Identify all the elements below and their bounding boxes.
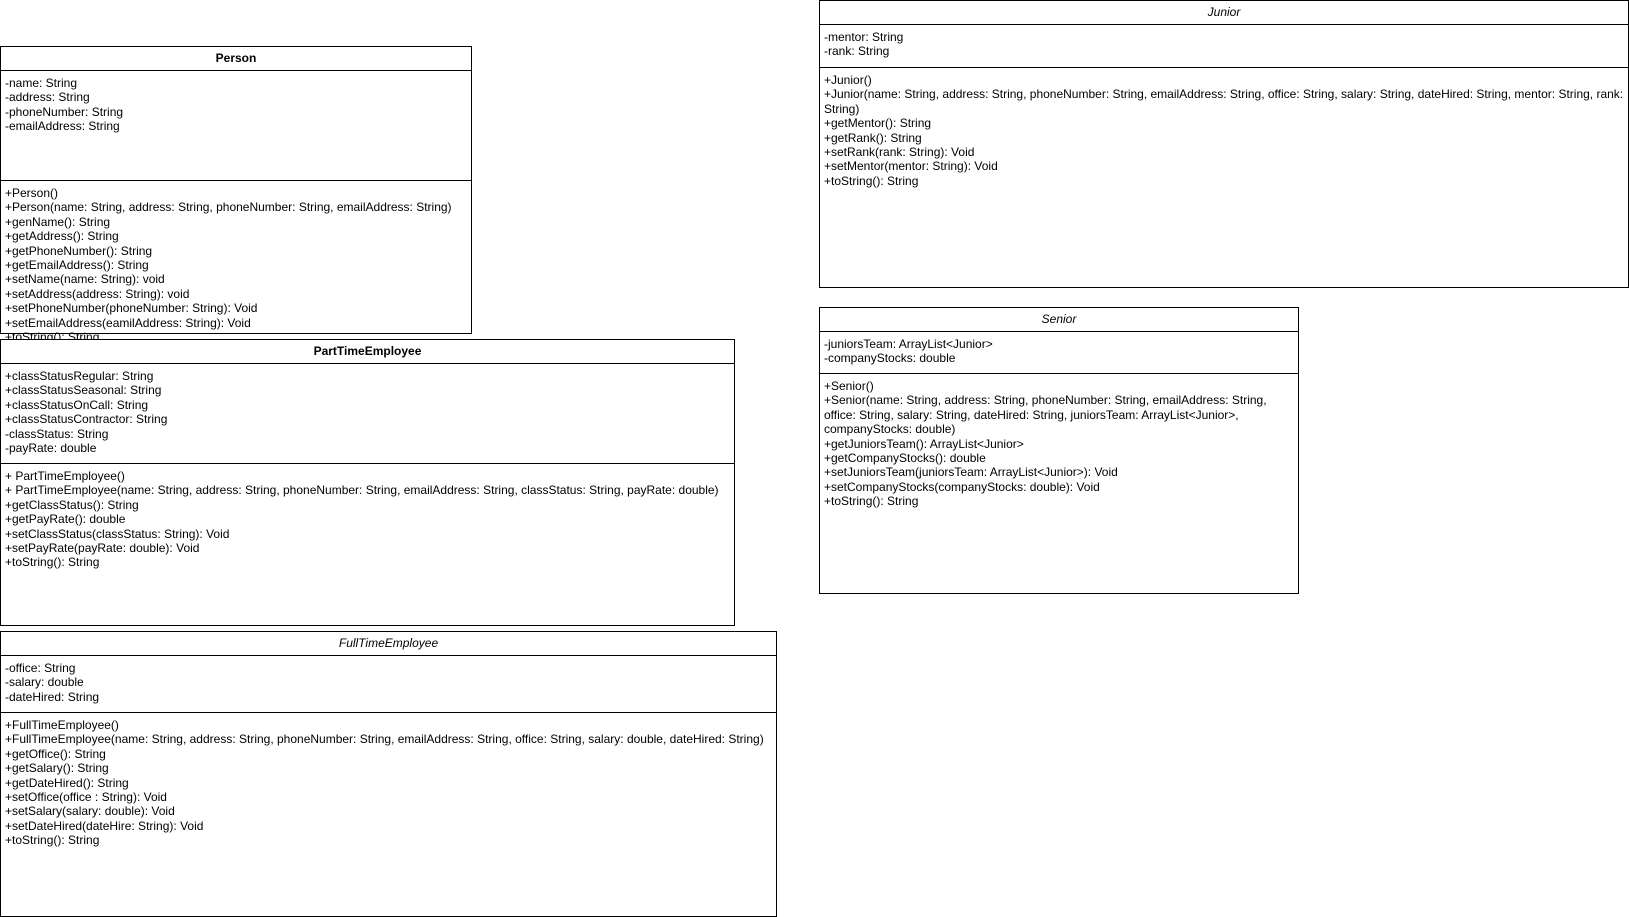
method-line: +getEmailAddress(): String xyxy=(5,258,149,273)
method-line: + PartTimeEmployee(name: String, address… xyxy=(5,483,719,498)
attribute-line: -phoneNumber: String xyxy=(5,104,124,119)
attribute-line: -companyStocks: double xyxy=(824,351,956,366)
attribute-line: -mentor: String xyxy=(824,30,904,44)
method-line: +toString(): String xyxy=(5,555,100,570)
class-title: Senior xyxy=(820,308,1298,332)
method-line: +genName(): String xyxy=(5,214,111,229)
attribute-line: +classStatusRegular: String xyxy=(5,369,154,383)
method-line: +toString(): String xyxy=(5,833,100,848)
method-line: +getAddress(): String xyxy=(5,229,119,244)
class-box-parttimeemployee[interactable]: PartTimeEmployee +classStatusRegular: St… xyxy=(0,339,735,626)
attribute-line: -dateHired: String xyxy=(5,689,100,704)
attributes-compartment: -mentor: String -rank: String xyxy=(820,25,1628,68)
method-line: +setClassStatus(classStatus: String): Vo… xyxy=(5,526,230,541)
attribute-line: -office: String xyxy=(5,661,76,675)
attribute-line: -classStatus: String xyxy=(5,426,109,441)
attribute-line: -address: String xyxy=(5,90,90,105)
method-line: +getOffice(): String xyxy=(5,746,106,761)
method-line: +Junior() xyxy=(824,73,872,87)
class-box-person[interactable]: Person -name: String -address: String -pho… xyxy=(0,46,472,344)
method-line: +setOffice(office : String): Void xyxy=(5,790,167,805)
method-line: +getCompanyStocks(): double xyxy=(824,451,986,466)
method-line: +setCompanyStocks(companyStocks: double)… xyxy=(824,479,1100,494)
method-line: +Person(name: String, address: String, p… xyxy=(5,200,452,215)
method-line: +getMentor(): String xyxy=(824,116,932,131)
method-line: +setMentor(mentor: String): Void xyxy=(824,159,998,174)
methods-compartment: + PartTimeEmployee() + PartTimeEmployee(n… xyxy=(1,464,734,574)
methods-compartment: +Junior() +Junior(name: String, address: … xyxy=(820,68,1628,192)
attribute-line: +classStatusContractor: String xyxy=(5,412,168,427)
method-line: +FullTimeEmployee() xyxy=(5,718,119,732)
class-box-senior[interactable]: Senior -juniorsTeam: ArrayList<Junior> -c… xyxy=(819,307,1299,594)
attributes-compartment: -office: String -salary: double -dateHired… xyxy=(1,656,776,713)
method-line: +getDateHired(): String xyxy=(5,775,129,790)
attribute-line: -juniorsTeam: ArrayList<Junior> xyxy=(824,337,993,351)
attribute-line: -payRate: double xyxy=(5,441,97,456)
method-line: +getPayRate(): double xyxy=(5,512,126,527)
class-title: Junior xyxy=(820,1,1628,25)
method-line: +getRank(): String xyxy=(824,130,922,145)
class-title: PartTimeEmployee xyxy=(1,340,734,364)
method-line: +getJuniorsTeam(): ArrayList<Junior> xyxy=(824,436,1024,451)
method-line: +setPayRate(payRate: double): Void xyxy=(5,541,200,556)
method-line: +setAddress(address: String): void xyxy=(5,286,190,301)
method-line: +setJuniorsTeam(juniorsTeam: ArrayList<J… xyxy=(824,465,1118,480)
methods-compartment: +Person() +Person(name: String, address: … xyxy=(1,181,471,348)
method-line: +setRank(rank: String): Void xyxy=(824,145,975,160)
attribute-line: +classStatusSeasonal: String xyxy=(5,383,162,398)
attribute-line: -name: String xyxy=(5,76,78,90)
class-box-junior[interactable]: Junior -mentor: String -rank: String +Jun… xyxy=(819,0,1629,288)
method-line: +toString(): String xyxy=(824,494,919,509)
attributes-compartment: -name: String -address: String -phoneNumbe… xyxy=(1,71,471,181)
method-line: +Person() xyxy=(5,186,59,200)
attribute-line: -emailAddress: String xyxy=(5,119,120,134)
method-line: +setSalary(salary: double): Void xyxy=(5,804,175,819)
method-line: +setDateHired(dateHire: String): Void xyxy=(5,818,204,833)
method-line: +Senior() xyxy=(824,379,874,393)
method-line: + PartTimeEmployee() xyxy=(5,469,125,483)
attributes-compartment: -juniorsTeam: ArrayList<Junior> -companyS… xyxy=(820,332,1298,374)
method-line: +setEmailAddress(eamilAddress: String): … xyxy=(5,315,251,330)
class-box-fulltimeemployee[interactable]: FullTimeEmployee -office: String -salary:… xyxy=(0,631,777,917)
methods-compartment: +Senior() +Senior(name: String, address: … xyxy=(820,374,1298,513)
methods-compartment: +FullTimeEmployee() +FullTimeEmployee(nam… xyxy=(1,713,776,852)
method-line: +toString(): String xyxy=(824,173,919,188)
class-title: Person xyxy=(1,47,471,71)
method-line: +Junior(name: String, address: String, p… xyxy=(824,87,1627,116)
method-line: +getClassStatus(): String xyxy=(5,497,139,512)
attribute-line: -rank: String xyxy=(824,44,890,59)
method-line: +FullTimeEmployee(name: String, address:… xyxy=(5,732,764,747)
attribute-line: -salary: double xyxy=(5,675,84,690)
method-line: +setName(name: String): void xyxy=(5,272,165,287)
method-line: +getSalary(): String xyxy=(5,761,109,776)
attribute-line: +classStatusOnCall: String xyxy=(5,397,149,412)
class-title: FullTimeEmployee xyxy=(1,632,776,656)
attributes-compartment: +classStatusRegular: String +classStatusS… xyxy=(1,364,734,464)
method-line: +Senior(name: String, address: String, p… xyxy=(824,393,1270,437)
method-line: +setPhoneNumber(phoneNumber: String): Vo… xyxy=(5,301,258,316)
method-line: +getPhoneNumber(): String xyxy=(5,243,153,258)
